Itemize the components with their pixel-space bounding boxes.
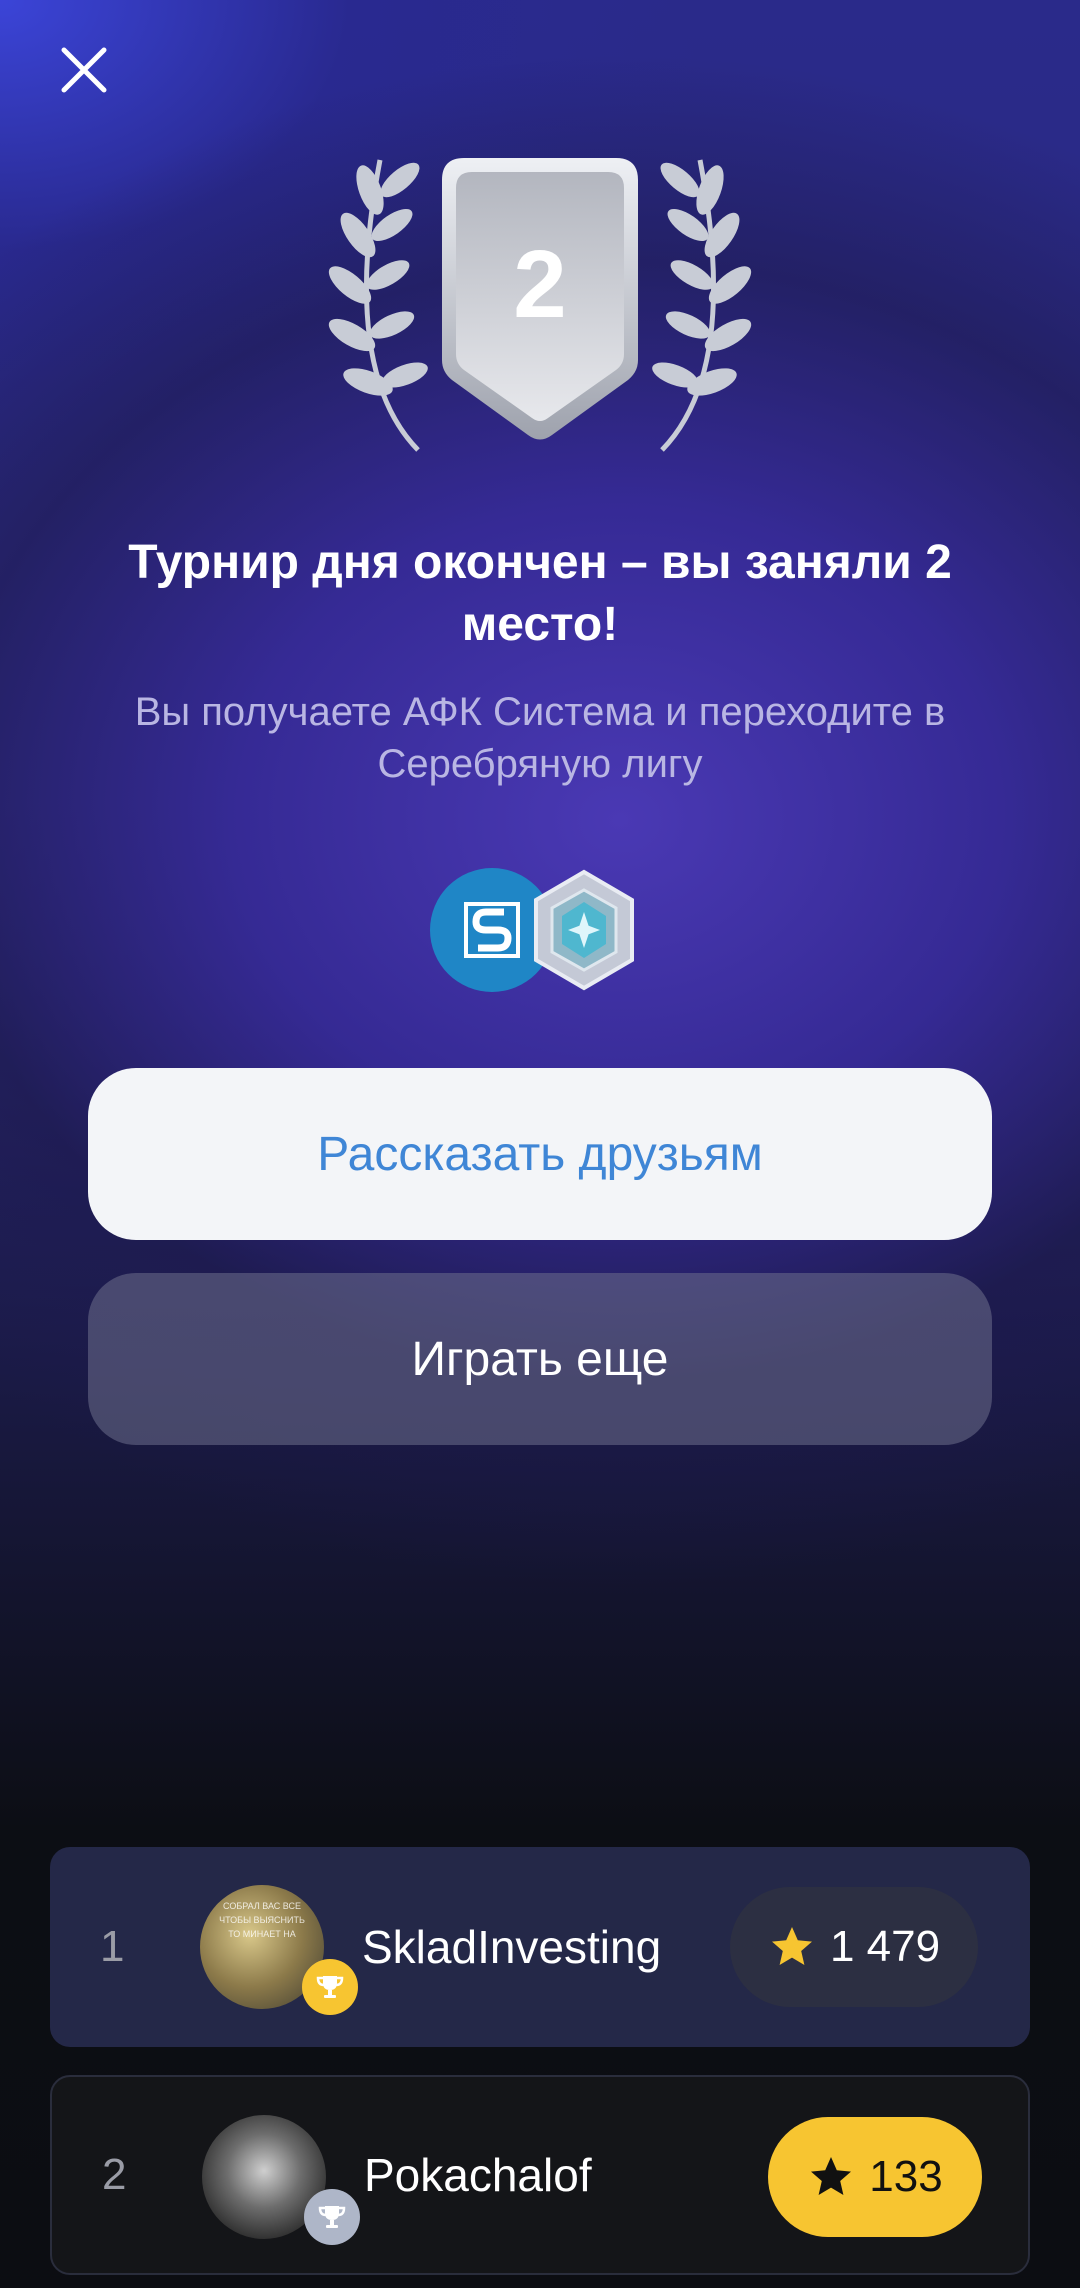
leaderboard-row[interactable]: 2 Pokachalof 133: [50, 2075, 1030, 2275]
silver-league-badge-icon: [524, 868, 644, 992]
score-value: 1 479: [829, 1922, 941, 1971]
close-button[interactable]: [60, 46, 108, 94]
rank-number: 2: [102, 2150, 127, 2199]
username: Pokachalof: [364, 2149, 592, 2201]
result-subtitle: Вы получаете АФК Система и переходите в …: [134, 690, 946, 786]
trophy-icon: [318, 2206, 346, 2228]
star-icon: [811, 2157, 852, 2195]
place-number: 2: [513, 231, 567, 338]
result-title: Турнир дня окончен – вы заняли 2 место!: [128, 536, 952, 651]
place-emblem: 2: [300, 150, 780, 460]
play-again-button[interactable]: Играть еще: [88, 1273, 992, 1445]
avatar-caption: СОБРАЛ ВАС ВСЕ ЧТОБЫ ВЫЯСНИТЬ ТО МИНАЕТ …: [219, 1901, 305, 1939]
trophy-icon: [316, 1976, 344, 1998]
score-value: 133: [869, 2152, 943, 2201]
leaderboard-row[interactable]: 1 СОБРАЛ ВАС ВСЕ ЧТОБЫ ВЫЯСНИТЬ ТО МИНАЕ…: [50, 1847, 1030, 2047]
rank-number: 1: [100, 1922, 125, 1971]
username: SkladInvesting: [362, 1921, 662, 1973]
score-pill: 133: [768, 2117, 982, 2237]
star-icon: [771, 1927, 812, 1965]
share-with-friends-button[interactable]: Рассказать друзьям: [88, 1068, 992, 1240]
trophy-badge: [302, 1959, 358, 2015]
trophy-badge: [304, 2189, 360, 2245]
score-pill: 1 479: [730, 1887, 978, 2007]
close-icon: [61, 47, 107, 93]
